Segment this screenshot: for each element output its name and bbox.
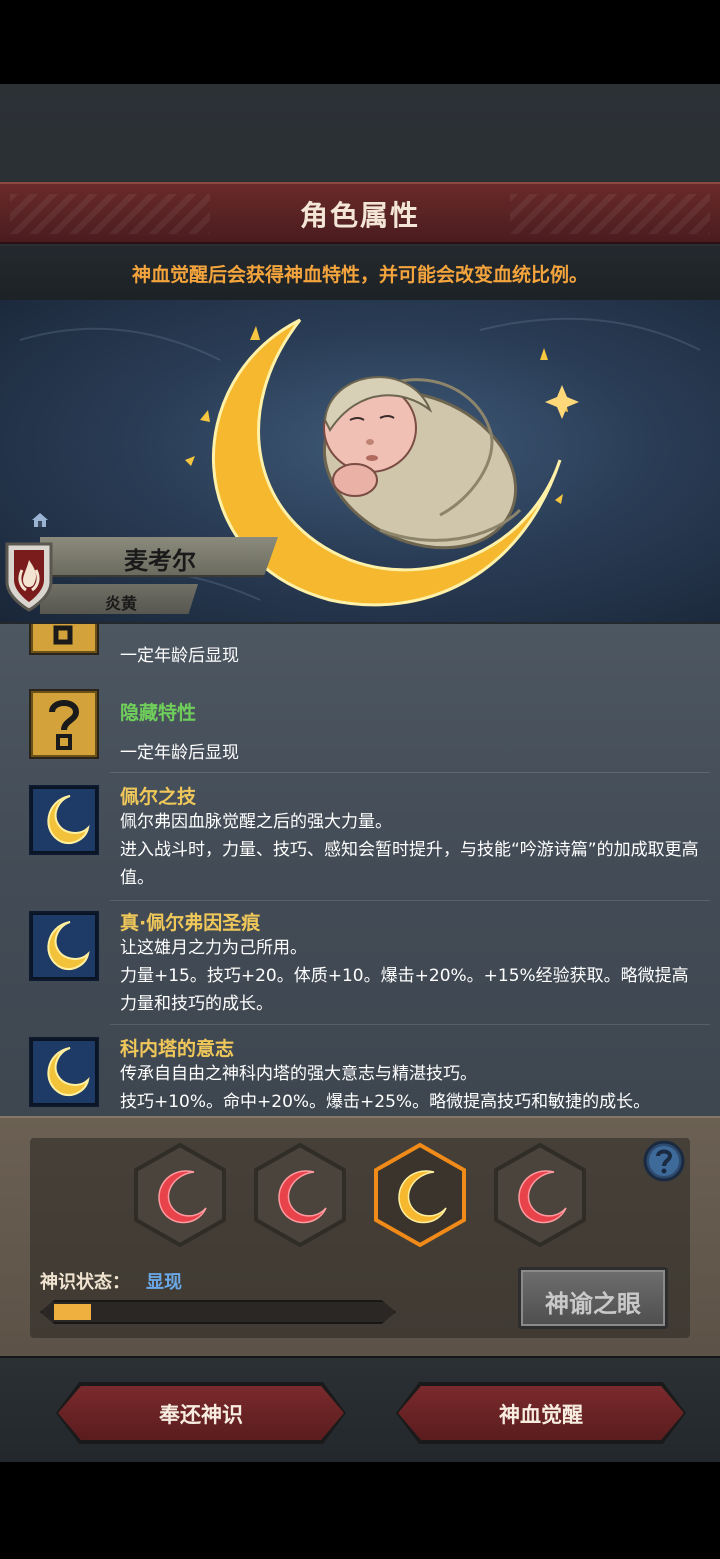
divine-blood-awaken-button[interactable]: 神血觉醒	[398, 1386, 684, 1440]
trait-desc: 一定年龄后显现	[120, 743, 239, 763]
trait-desc: 让这雄月之力为己所用。 力量+15。技巧+20。体质+10。爆击+20%。+15…	[120, 938, 689, 1014]
divider	[110, 1024, 710, 1025]
divine-slot-1[interactable]	[132, 1142, 228, 1248]
question-icon	[29, 689, 99, 759]
character-name: 麦考尔	[124, 547, 196, 575]
trait-title: 隐藏特性	[120, 702, 197, 724]
divine-slot-2[interactable]	[252, 1142, 348, 1248]
oracle-eye-button[interactable]: 神谕之眼	[518, 1267, 668, 1329]
divine-status-label: 神识状态：	[40, 1272, 130, 1293]
divine-progress-bar	[40, 1300, 396, 1324]
trait-desc: 一定年龄后显现	[120, 646, 239, 666]
trait-desc: 传承自自由之神科内塔的强大意志与精湛技巧。 技巧+10%。命中+20%。爆击+2…	[120, 1064, 651, 1112]
divider	[110, 900, 710, 901]
trait-title: 佩尔之技	[120, 786, 197, 808]
return-button-label: 奉还神识	[159, 1403, 243, 1427]
divine-slot-4[interactable]	[492, 1142, 588, 1248]
return-divine-sense-button[interactable]: 奉还神识	[58, 1386, 344, 1440]
status-bar-area	[0, 0, 720, 84]
page-title: 角色属性	[299, 199, 420, 232]
moon-icon	[29, 911, 99, 981]
trait-title: 科内塔的意志	[120, 1038, 235, 1060]
divine-progress-fill	[54, 1304, 91, 1320]
star-sparkle	[545, 385, 579, 419]
home-icon	[32, 513, 48, 527]
help-icon[interactable]	[643, 1140, 685, 1182]
character-clan: 炎黄	[104, 594, 137, 613]
subtitle-bar: 神血觉醒后会获得神血特性，并可能会改变血统比例。	[0, 246, 720, 300]
awaken-button-label: 神血觉醒	[499, 1403, 583, 1427]
divine-status-value: 显现	[146, 1272, 182, 1293]
divider	[110, 772, 710, 773]
page-subtitle: 神血觉醒后会获得神血特性，并可能会改变血统比例。	[131, 264, 588, 286]
moon-icon	[29, 1037, 99, 1107]
nav-bar-area	[0, 1462, 720, 1559]
clan-shield-icon	[5, 542, 53, 612]
divine-slot-3-active[interactable]	[372, 1142, 468, 1248]
oracle-eye-label: 神谕之眼	[545, 1290, 641, 1318]
question-icon	[29, 624, 99, 655]
moon-icon	[29, 785, 99, 855]
window-header: 角色属性	[0, 182, 720, 244]
trait-desc: 佩尔弗因血脉觉醒之后的强大力量。 进入战斗时，力量、技巧、感知会暂时提升，与技能…	[120, 812, 699, 888]
trait-title: 真·佩尔弗因圣痕	[120, 912, 261, 934]
traits-list[interactable]: 一定年龄后显现 隐藏特性 一定年龄后显现 佩尔之技 佩尔弗因血脉觉醒之后的强大力…	[0, 624, 720, 1116]
